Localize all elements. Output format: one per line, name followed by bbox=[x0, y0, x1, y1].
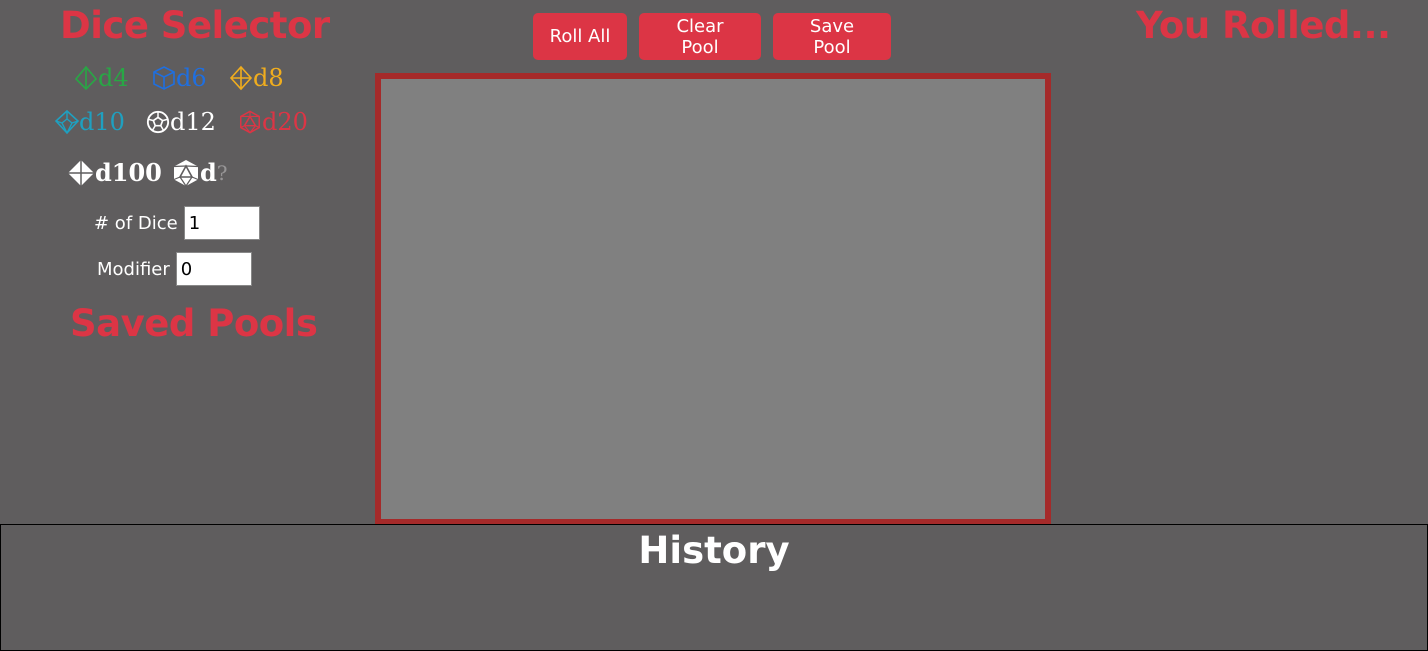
dice-selector-title: Dice Selector bbox=[60, 4, 330, 47]
die-custom[interactable]: d? bbox=[172, 158, 228, 187]
save-pool-button[interactable]: Save Pool bbox=[773, 13, 891, 60]
num-dice-input[interactable] bbox=[183, 206, 260, 240]
die-d8[interactable]: d8 bbox=[229, 64, 284, 92]
die-d20[interactable]: d20 bbox=[238, 108, 308, 136]
history-title: History bbox=[638, 529, 790, 572]
modifier-input[interactable] bbox=[175, 252, 252, 286]
history-panel: History bbox=[0, 524, 1428, 651]
custom-die-icon bbox=[173, 159, 199, 186]
die-d20-label: d20 bbox=[262, 108, 308, 136]
clear-pool-button[interactable]: Clear Pool bbox=[639, 13, 761, 60]
d100-icon bbox=[68, 159, 94, 186]
roll-all-button[interactable]: Roll All bbox=[533, 13, 627, 60]
you-rolled-title: You Rolled... bbox=[1136, 4, 1391, 47]
die-d10-label: d10 bbox=[79, 108, 125, 136]
d12-icon bbox=[146, 110, 170, 134]
d6-icon bbox=[153, 66, 175, 90]
die-d100-label: d100 bbox=[95, 158, 162, 187]
d20-icon bbox=[240, 110, 260, 134]
die-d4-label: d4 bbox=[98, 64, 129, 92]
num-dice-row: # of Dice bbox=[94, 206, 260, 240]
die-d12[interactable]: d12 bbox=[146, 108, 216, 136]
saved-pools-title: Saved Pools bbox=[70, 302, 318, 345]
d10-icon bbox=[55, 109, 79, 135]
modifier-row: Modifier bbox=[97, 252, 252, 286]
die-d100[interactable]: d100 bbox=[67, 158, 162, 187]
dice-pool-area[interactable] bbox=[375, 73, 1051, 525]
die-d12-label: d12 bbox=[170, 108, 216, 136]
die-d8-label: d8 bbox=[253, 64, 284, 92]
num-dice-label: # of Dice bbox=[94, 212, 178, 234]
modifier-label: Modifier bbox=[97, 258, 170, 280]
die-custom-label: d bbox=[200, 158, 217, 187]
d4-icon bbox=[74, 65, 98, 91]
die-d6-label: d6 bbox=[176, 64, 207, 92]
die-d10[interactable]: d10 bbox=[55, 108, 125, 136]
die-d4[interactable]: d4 bbox=[74, 64, 129, 92]
die-custom-suffix: ? bbox=[216, 160, 228, 185]
die-d6[interactable]: d6 bbox=[152, 64, 207, 92]
d8-icon bbox=[229, 65, 253, 91]
